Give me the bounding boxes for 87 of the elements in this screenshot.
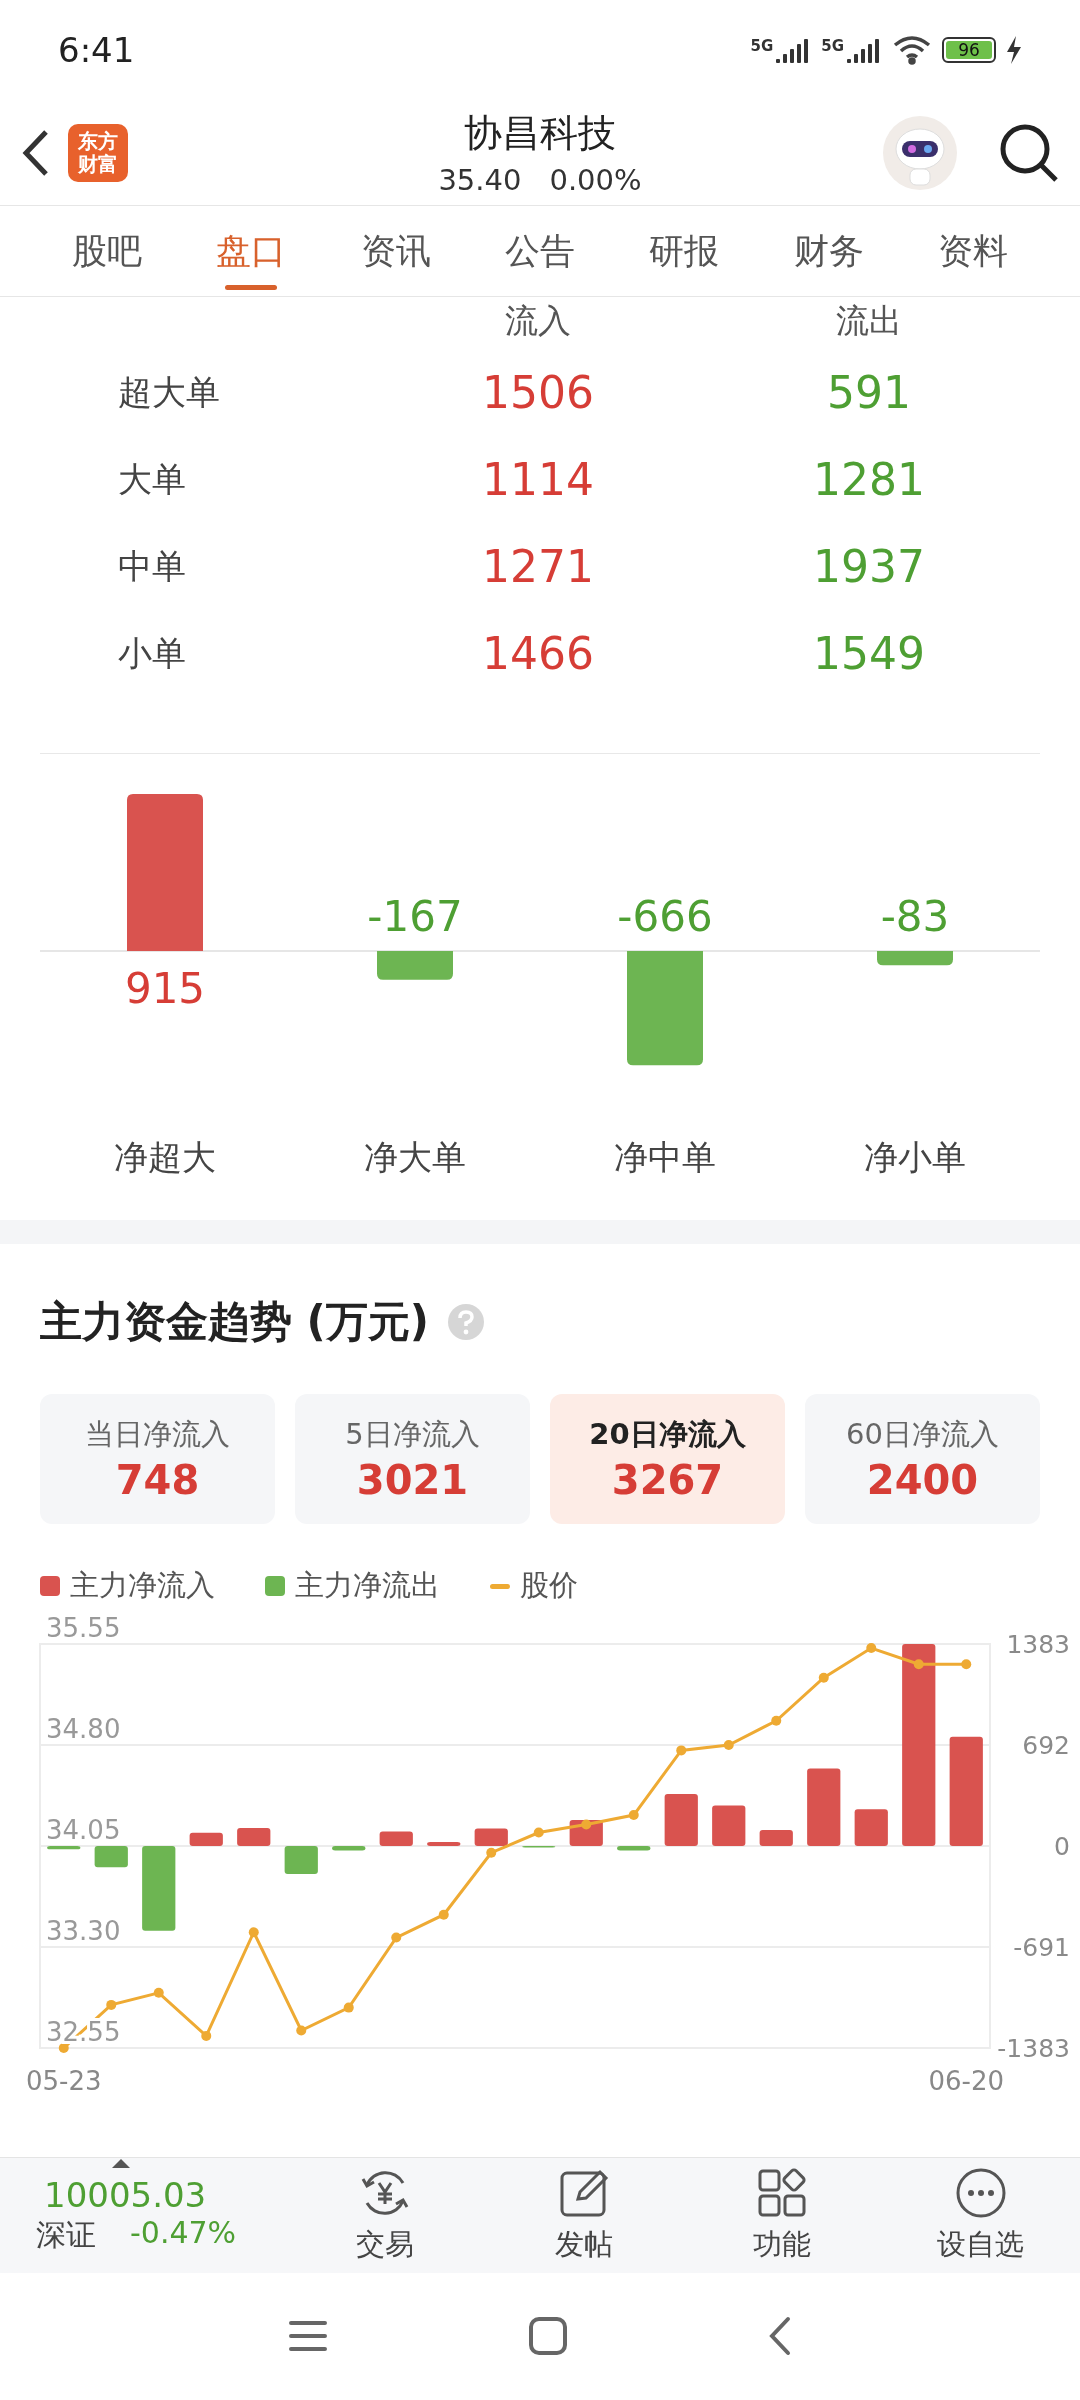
axis-label: 0 (1054, 1832, 1070, 1861)
signal-icon (846, 37, 882, 63)
category-label: 净小单 (864, 1137, 966, 1177)
axis-label: 33.30 (46, 1916, 121, 1946)
row-label: 超大单 (118, 371, 221, 414)
clock: 6:41 (58, 30, 135, 70)
tab[interactable]: 财务 (783, 206, 874, 296)
index-name: 深证 (36, 2216, 96, 2254)
axis-label: 35.55 (46, 1613, 121, 1643)
axis-label: -1383 (997, 2034, 1070, 2063)
data-label: 915 (124, 964, 206, 1013)
tab[interactable]: 股吧 (62, 206, 153, 296)
stock-price: 35.40 (438, 163, 522, 197)
tab[interactable]: 盘口 (206, 206, 297, 296)
bar (379, 1831, 413, 1846)
tab[interactable]: 公告 (495, 206, 585, 296)
bar (47, 1846, 81, 1850)
toolbar-button[interactable]: 功能 (683, 2165, 882, 2266)
stock-name: 协昌科技 (464, 110, 616, 157)
row-label: 大单 (118, 458, 187, 501)
outflow-value: 591 (826, 366, 912, 420)
network-label: 5G (821, 37, 844, 55)
menu-button[interactable] (288, 2319, 328, 2353)
bar (617, 1846, 651, 1851)
battery-level: 96 (958, 40, 980, 60)
bar (759, 1829, 793, 1846)
axis-label: 34.05 (46, 1815, 121, 1845)
category-label: 净中单 (614, 1137, 716, 1177)
inflow-value: 1114 (481, 453, 595, 507)
bar (427, 1842, 461, 1846)
axis-label: 05-23 (25, 2066, 102, 2090)
bar (189, 1832, 223, 1846)
toolbar-button[interactable]: 发帖 (484, 2165, 683, 2266)
charging-icon (1006, 36, 1022, 64)
data-label: -666 (617, 892, 713, 941)
outflow-value: 1281 (812, 453, 926, 507)
toolbar-button[interactable]: 交易 (286, 2165, 485, 2266)
index-change: -0.47% (130, 2215, 237, 2252)
wifi-icon (892, 35, 932, 65)
legend-label: 主力净流入 (70, 1567, 215, 1604)
bar (854, 1809, 888, 1846)
app-logo: 东方 财富 (68, 123, 128, 182)
caret-icon[interactable] (112, 2159, 130, 2168)
tab[interactable]: 资料 (927, 206, 1018, 296)
data-label: -83 (880, 892, 950, 941)
column-header: 流入 (504, 300, 572, 342)
inflow-value: 1506 (481, 366, 595, 420)
network-label: 5G (750, 37, 774, 55)
data-label: -167 (367, 892, 463, 941)
more-icon (954, 2166, 1007, 2219)
toolbar-button[interactable]: 设自选 (881, 2165, 1080, 2266)
price-change: 0.00% (549, 163, 642, 197)
row-label: 中单 (118, 545, 187, 588)
column-header: 流出 (835, 300, 903, 342)
section-title: 主力资金趋势 (万元) (40, 1296, 429, 1348)
row-label: 小单 (118, 632, 187, 675)
bar (712, 1805, 746, 1846)
bar (237, 1828, 271, 1846)
period-card[interactable]: 5日净流入 3021 (295, 1394, 530, 1524)
axis-label: 06-20 (928, 2066, 1005, 2090)
grid-icon (756, 2166, 809, 2219)
outflow-value: 1937 (812, 540, 926, 594)
tab[interactable]: 资讯 (350, 206, 441, 296)
legend-label: 股价 (520, 1567, 578, 1604)
category-label: 净大单 (364, 1137, 466, 1177)
back-button[interactable] (768, 2316, 792, 2356)
bar (664, 1794, 698, 1846)
bar (332, 1846, 366, 1851)
axis-label: 692 (1022, 1730, 1070, 1760)
tab[interactable]: 研报 (639, 206, 730, 296)
axis-label: 1383 (1006, 1630, 1070, 1659)
period-card[interactable]: 当日净流入 748 (40, 1394, 275, 1524)
outflow-value: 1549 (812, 627, 926, 681)
bar (284, 1846, 318, 1875)
period-card[interactable]: 20日净流入 3267 (550, 1394, 785, 1524)
bar (94, 1846, 128, 1868)
axis-label: -691 (1013, 1932, 1070, 1962)
index-value: 10005.03 (43, 2175, 208, 2215)
period-card[interactable]: 60日净流入 2400 (805, 1394, 1040, 1524)
inflow-value: 1466 (481, 627, 595, 681)
legend-label: 主力净流出 (295, 1567, 440, 1604)
robot-avatar-icon[interactable] (882, 114, 958, 191)
inflow-value: 1271 (481, 540, 595, 594)
axis-label: 34.80 (46, 1714, 121, 1744)
bar (474, 1828, 508, 1846)
home-button[interactable] (528, 2316, 568, 2356)
category-label: 净超大 (114, 1137, 216, 1177)
